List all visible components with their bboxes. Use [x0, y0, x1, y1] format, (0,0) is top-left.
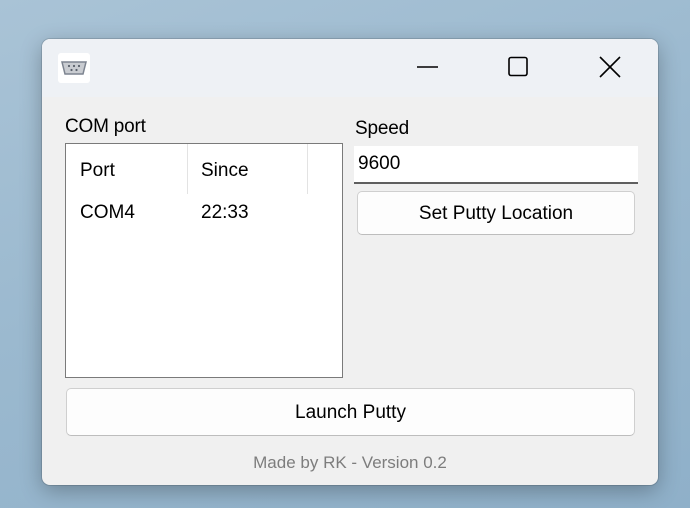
serial-port-icon [58, 53, 90, 83]
close-button[interactable] [564, 39, 656, 97]
since-cell: 22:33 [201, 202, 249, 223]
close-icon [599, 56, 621, 78]
title-bar[interactable] [42, 39, 658, 97]
com-port-label: COM port [65, 116, 146, 137]
speed-label: Speed [355, 118, 409, 139]
minimize-button[interactable] [382, 39, 474, 97]
minimize-icon [417, 66, 438, 68]
list-header: Port Since [66, 144, 342, 194]
launch-putty-button[interactable]: Launch Putty [66, 388, 635, 436]
version-footer: Made by RK - Version 0.2 [253, 453, 447, 472]
set-putty-location-button[interactable]: Set Putty Location [357, 191, 635, 235]
column-header-port[interactable]: Port [66, 144, 188, 194]
list-item[interactable]: COM4 22:33 [66, 198, 342, 228]
speed-input[interactable] [354, 146, 638, 184]
port-cell: COM4 [80, 202, 135, 223]
maximize-button[interactable] [472, 39, 564, 97]
app-window: COM port Port Since COM4 22:33 Speed Set… [42, 39, 658, 485]
column-header-since[interactable]: Since [188, 144, 308, 194]
com-port-list[interactable]: Port Since COM4 22:33 [65, 143, 343, 378]
maximize-icon [508, 56, 528, 77]
